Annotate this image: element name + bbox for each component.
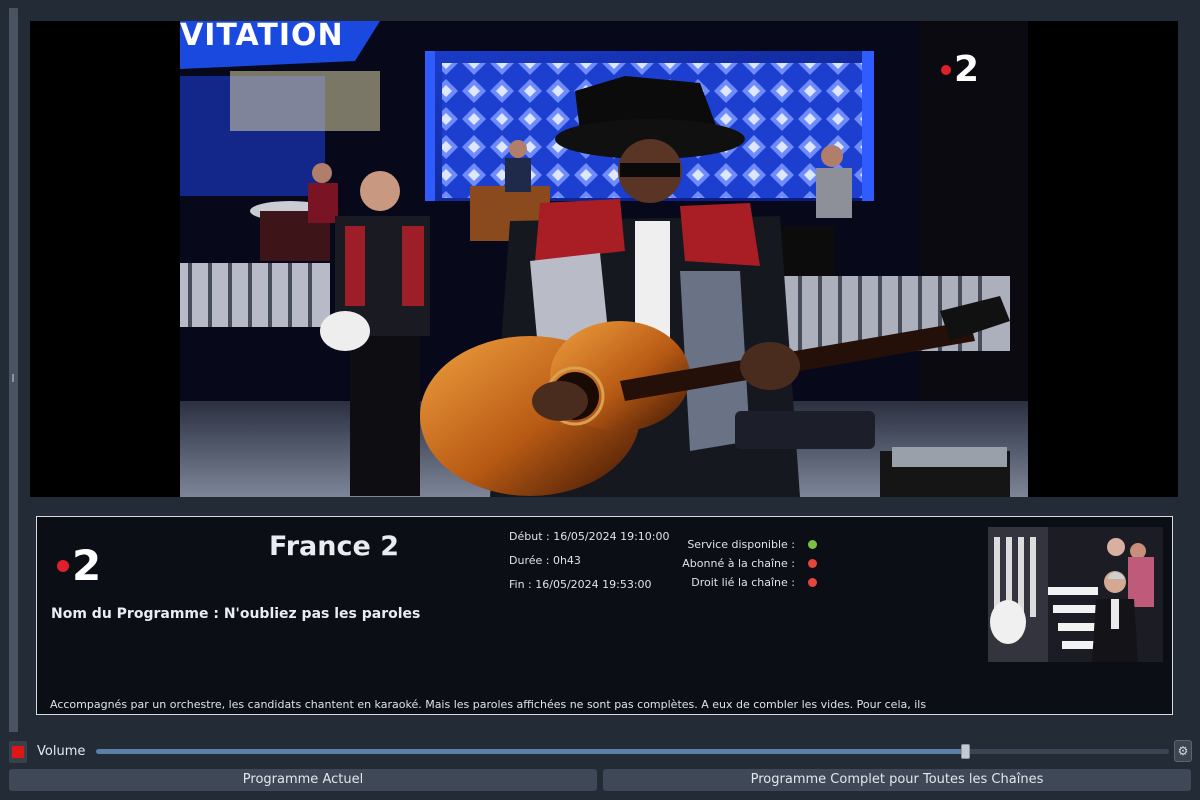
full-program-button[interactable]: Programme Complet pour Toutes les Chaîne… [603,769,1191,791]
banner-text: VITATION [180,21,344,53]
france2-logo-icon: 2 [57,541,101,590]
status-subscription-dot [808,559,817,568]
program-description: Accompagnés par un orchestre, les candid… [50,698,927,711]
status-indicators: Service disponible : Abonné à la chaîne … [597,535,817,592]
stop-icon [12,746,24,758]
panel-resize-handle[interactable] [9,8,18,732]
program-info-panel: 2 France 2 Nom du Programme : N'oubliez … [36,516,1173,715]
playback-controls: Volume ⚙ [0,740,1200,764]
stage-performance-scene [180,21,1028,497]
volume-slider-handle[interactable] [961,744,970,759]
thumbnail-image [988,527,1163,662]
current-program-button[interactable]: Programme Actuel [9,769,597,791]
program-name: Nom du Programme : N'oubliez pas les par… [51,606,421,622]
channel-logo: 2 [55,541,105,590]
video-frame-image: VITATION [180,21,1028,497]
channel-logo-overlay: 2 [940,49,980,90]
volume-label: Volume [37,744,86,759]
status-service: Service disponible : [597,535,817,554]
status-subscription: Abonné à la chaîne : [597,554,817,573]
video-player[interactable]: VITATION 2 [30,21,1178,497]
svg-text:2: 2 [72,542,101,584]
status-subscription-label: Abonné à la chaîne : [682,557,795,570]
status-service-label: Service disponible : [687,538,795,551]
stop-button[interactable] [9,741,27,763]
status-rights: Droit lié la chaîne : [597,573,817,592]
status-service-dot [808,540,817,549]
volume-slider-fill [96,749,965,754]
status-rights-dot [808,578,817,587]
volume-slider[interactable] [96,744,1169,759]
settings-button[interactable]: ⚙ [1174,740,1192,762]
channel-name: France 2 [269,531,399,562]
svg-text:2: 2 [954,49,979,85]
grip-icon [12,374,14,382]
gear-icon: ⚙ [1177,744,1189,758]
status-rights-label: Droit lié la chaîne : [691,576,795,589]
program-thumbnail [988,527,1163,662]
france2-logo-icon: 2 [941,49,979,90]
